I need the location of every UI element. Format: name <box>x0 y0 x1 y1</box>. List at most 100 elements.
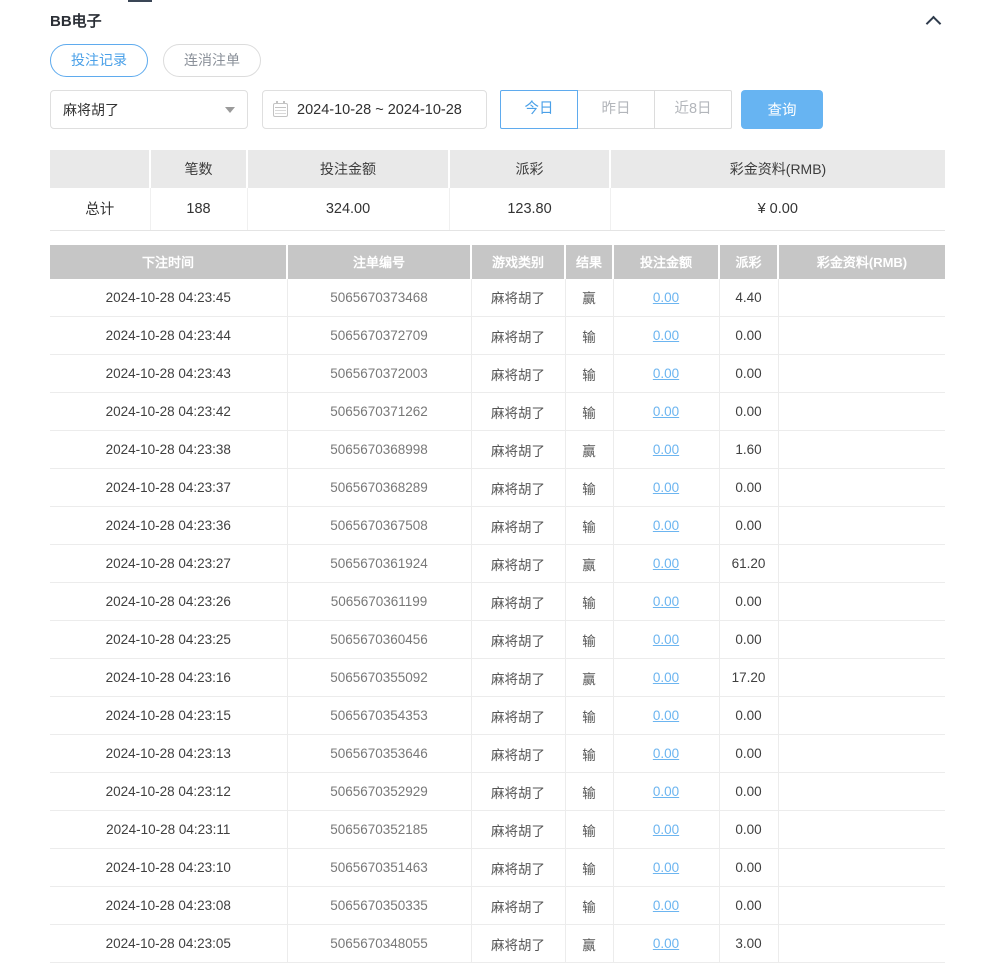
records-header-time: 下注时间 <box>50 245 287 279</box>
bet-time-cell: 2024-10-28 04:23:43 <box>50 355 287 393</box>
result-cell: 输 <box>565 355 613 393</box>
summary-header-row: 笔数 投注金额 派彩 彩金资料(RMB) <box>50 150 945 188</box>
quick-button-last8days[interactable]: 近8日 <box>654 90 732 129</box>
bonus-cell <box>778 925 945 963</box>
bet-amount-cell: 0.00 <box>613 583 719 621</box>
summary-header-payout: 派彩 <box>449 150 610 188</box>
bet-time-cell: 2024-10-28 04:23:12 <box>50 773 287 811</box>
quick-button-today[interactable]: 今日 <box>500 90 578 129</box>
payout-cell: 0.00 <box>719 849 778 887</box>
table-row: 2024-10-28 04:23:13 5065670353646 麻将胡了 输… <box>50 735 945 773</box>
game-type-cell: 麻将胡了 <box>471 697 565 735</box>
bonus-cell <box>778 317 945 355</box>
bet-amount-link[interactable]: 0.00 <box>653 898 679 913</box>
payout-cell: 1.60 <box>719 431 778 469</box>
bonus-cell <box>778 849 945 887</box>
bet-amount-link[interactable]: 0.00 <box>653 594 679 609</box>
betting-records-panel: BB电子 投注记录 连消注单 麻将胡了 2024-10-28 ~ 2024-10… <box>50 0 945 963</box>
records-header-payout: 派彩 <box>719 245 778 279</box>
bet-amount-link[interactable]: 0.00 <box>653 366 679 381</box>
summary-total-count: 188 <box>150 188 247 230</box>
bet-amount-cell: 0.00 <box>613 507 719 545</box>
bet-time-cell: 2024-10-28 04:23:08 <box>50 887 287 925</box>
result-cell: 赢 <box>565 431 613 469</box>
bet-amount-cell: 0.00 <box>613 773 719 811</box>
bet-amount-link[interactable]: 0.00 <box>653 556 679 571</box>
game-type-cell: 麻将胡了 <box>471 621 565 659</box>
game-type-cell: 麻将胡了 <box>471 811 565 849</box>
bet-time-cell: 2024-10-28 04:23:16 <box>50 659 287 697</box>
summary-total-row: 总计 188 324.00 123.80 ¥ 0.00 <box>50 188 945 230</box>
bet-amount-link[interactable]: 0.00 <box>653 746 679 761</box>
bonus-cell <box>778 355 945 393</box>
result-cell: 输 <box>565 469 613 507</box>
tab-cancelled-orders[interactable]: 连消注单 <box>163 44 261 77</box>
bet-amount-cell: 0.00 <box>613 811 719 849</box>
bonus-cell <box>778 393 945 431</box>
table-row: 2024-10-28 04:23:45 5065670373468 麻将胡了 赢… <box>50 279 945 317</box>
game-type-cell: 麻将胡了 <box>471 735 565 773</box>
bonus-cell <box>778 507 945 545</box>
result-cell: 输 <box>565 583 613 621</box>
bonus-cell <box>778 545 945 583</box>
bet-amount-link[interactable]: 0.00 <box>653 670 679 685</box>
game-type-cell: 麻将胡了 <box>471 317 565 355</box>
payout-cell: 0.00 <box>719 621 778 659</box>
payout-cell: 4.40 <box>719 279 778 317</box>
collapse-chevron-up-icon[interactable] <box>926 15 942 31</box>
bet-amount-cell: 0.00 <box>613 849 719 887</box>
table-row: 2024-10-28 04:23:25 5065670360456 麻将胡了 输… <box>50 621 945 659</box>
order-no-cell: 5065670361199 <box>287 583 471 621</box>
game-type-cell: 麻将胡了 <box>471 393 565 431</box>
bet-amount-link[interactable]: 0.00 <box>653 518 679 533</box>
tab-betting-records[interactable]: 投注记录 <box>50 44 148 77</box>
date-range-input[interactable]: 2024-10-28 ~ 2024-10-28 <box>262 90 487 129</box>
quick-button-yesterday[interactable]: 昨日 <box>577 90 655 129</box>
bet-amount-link[interactable]: 0.00 <box>653 784 679 799</box>
bet-time-cell: 2024-10-28 04:23:25 <box>50 621 287 659</box>
bet-amount-link[interactable]: 0.00 <box>653 860 679 875</box>
table-row: 2024-10-28 04:23:36 5065670367508 麻将胡了 输… <box>50 507 945 545</box>
query-button[interactable]: 查询 <box>741 90 823 129</box>
page-title: BB电子 <box>50 10 102 31</box>
summary-total-bonus: ¥ 0.00 <box>610 188 945 230</box>
bet-amount-link[interactable]: 0.00 <box>653 290 679 305</box>
bet-amount-cell: 0.00 <box>613 355 719 393</box>
bet-amount-cell: 0.00 <box>613 887 719 925</box>
result-cell: 输 <box>565 811 613 849</box>
game-select[interactable]: 麻将胡了 <box>50 90 248 129</box>
bet-amount-cell: 0.00 <box>613 659 719 697</box>
bet-amount-link[interactable]: 0.00 <box>653 404 679 419</box>
table-row: 2024-10-28 04:23:16 5065670355092 麻将胡了 赢… <box>50 659 945 697</box>
order-no-cell: 5065670360456 <box>287 621 471 659</box>
result-cell: 输 <box>565 773 613 811</box>
bet-amount-link[interactable]: 0.00 <box>653 442 679 457</box>
bonus-cell <box>778 583 945 621</box>
bet-amount-cell: 0.00 <box>613 735 719 773</box>
order-no-cell: 5065670372709 <box>287 317 471 355</box>
bet-amount-link[interactable]: 0.00 <box>653 328 679 343</box>
game-type-cell: 麻将胡了 <box>471 469 565 507</box>
game-type-cell: 麻将胡了 <box>471 887 565 925</box>
order-no-cell: 5065670350335 <box>287 887 471 925</box>
bet-time-cell: 2024-10-28 04:23:11 <box>50 811 287 849</box>
bet-amount-link[interactable]: 0.00 <box>653 708 679 723</box>
payout-cell: 0.00 <box>719 811 778 849</box>
payout-cell: 0.00 <box>719 583 778 621</box>
order-no-cell: 5065670352185 <box>287 811 471 849</box>
payout-cell: 0.00 <box>719 773 778 811</box>
bet-amount-link[interactable]: 0.00 <box>653 936 679 951</box>
bet-time-cell: 2024-10-28 04:23:15 <box>50 697 287 735</box>
result-cell: 输 <box>565 887 613 925</box>
bet-amount-cell: 0.00 <box>613 431 719 469</box>
bet-amount-link[interactable]: 0.00 <box>653 822 679 837</box>
bet-amount-cell: 0.00 <box>613 545 719 583</box>
bet-amount-link[interactable]: 0.00 <box>653 632 679 647</box>
table-row: 2024-10-28 04:23:26 5065670361199 麻将胡了 输… <box>50 583 945 621</box>
records-header-row: 下注时间 注单编号 游戏类别 结果 投注金额 派彩 彩金资料(RMB) <box>50 245 945 279</box>
bet-amount-cell: 0.00 <box>613 393 719 431</box>
table-row: 2024-10-28 04:23:08 5065670350335 麻将胡了 输… <box>50 887 945 925</box>
order-no-cell: 5065670361924 <box>287 545 471 583</box>
summary-table: 笔数 投注金额 派彩 彩金资料(RMB) 总计 188 324.00 123.8… <box>50 150 945 231</box>
bet-amount-link[interactable]: 0.00 <box>653 480 679 495</box>
